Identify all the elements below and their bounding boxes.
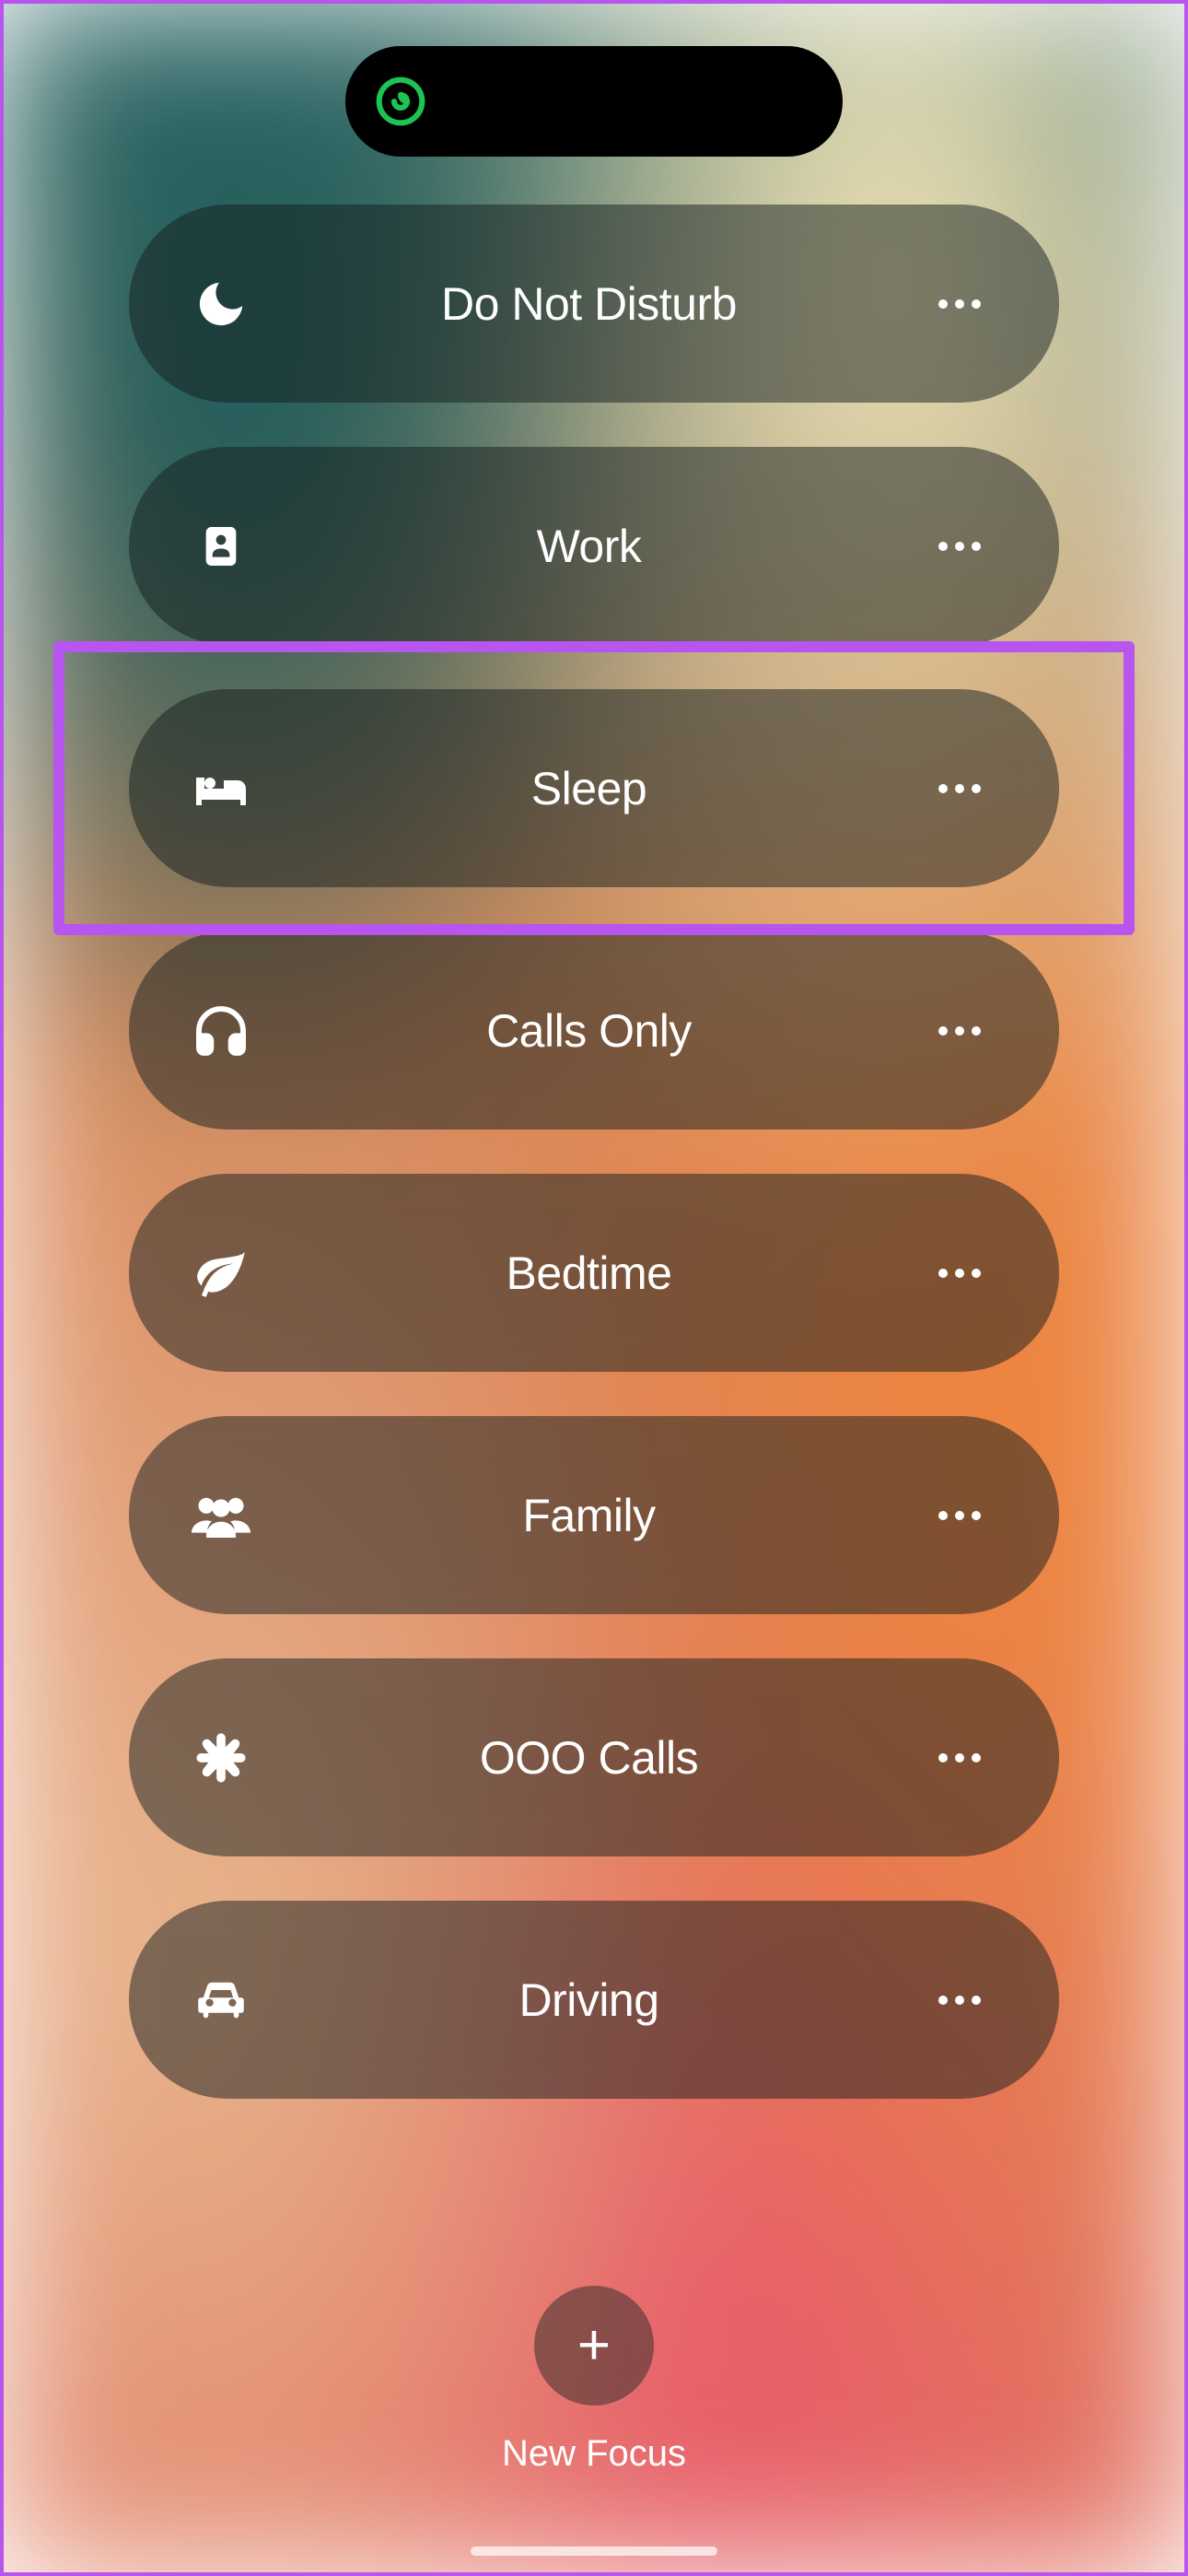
plus-icon: + xyxy=(577,2317,611,2374)
focus-item-ooo-calls[interactable]: OOO Calls xyxy=(129,1658,1059,1856)
more-options-button[interactable] xyxy=(920,1493,999,1539)
focus-label: Do Not Disturb xyxy=(258,277,920,331)
home-indicator[interactable] xyxy=(471,2547,717,2556)
moon-icon xyxy=(184,267,258,341)
more-options-button[interactable] xyxy=(920,766,999,812)
focus-label: Calls Only xyxy=(258,1004,920,1058)
new-focus-label: New Focus xyxy=(502,2433,686,2475)
headphones-icon xyxy=(184,994,258,1068)
asterisk-icon xyxy=(184,1721,258,1795)
new-focus-button[interactable]: + xyxy=(534,2286,654,2406)
focus-item-work[interactable]: Work xyxy=(129,447,1059,645)
focus-label: OOO Calls xyxy=(258,1731,920,1785)
focus-item-do-not-disturb[interactable]: Do Not Disturb xyxy=(129,205,1059,403)
link-circle-icon xyxy=(373,74,428,129)
focus-sheet: Do Not Disturb Work xyxy=(0,0,1188,2576)
focus-label: Family xyxy=(258,1489,920,1542)
badge-icon xyxy=(184,509,258,583)
dynamic-island[interactable] xyxy=(345,46,843,157)
bed-icon xyxy=(184,752,258,825)
more-options-button[interactable] xyxy=(920,1008,999,1054)
car-icon xyxy=(184,1963,258,2037)
leaf-icon xyxy=(184,1236,258,1310)
more-options-button[interactable] xyxy=(920,281,999,327)
focus-item-family[interactable]: Family xyxy=(129,1416,1059,1614)
focus-item-bedtime[interactable]: Bedtime xyxy=(129,1174,1059,1372)
focus-mode-list: Do Not Disturb Work xyxy=(0,205,1188,2099)
more-options-button[interactable] xyxy=(920,523,999,569)
focus-label: Sleep xyxy=(258,762,920,815)
focus-item-sleep[interactable]: Sleep xyxy=(129,689,1059,887)
focus-label: Driving xyxy=(258,1973,920,2027)
focus-label: Bedtime xyxy=(258,1247,920,1300)
more-options-button[interactable] xyxy=(920,1735,999,1781)
focus-item-calls-only[interactable]: Calls Only xyxy=(129,931,1059,1130)
more-options-button[interactable] xyxy=(920,1250,999,1296)
new-focus-section: + New Focus xyxy=(0,2286,1188,2475)
people-icon xyxy=(184,1479,258,1552)
focus-item-driving[interactable]: Driving xyxy=(129,1901,1059,2099)
focus-label: Work xyxy=(258,520,920,573)
more-options-button[interactable] xyxy=(920,1977,999,2023)
